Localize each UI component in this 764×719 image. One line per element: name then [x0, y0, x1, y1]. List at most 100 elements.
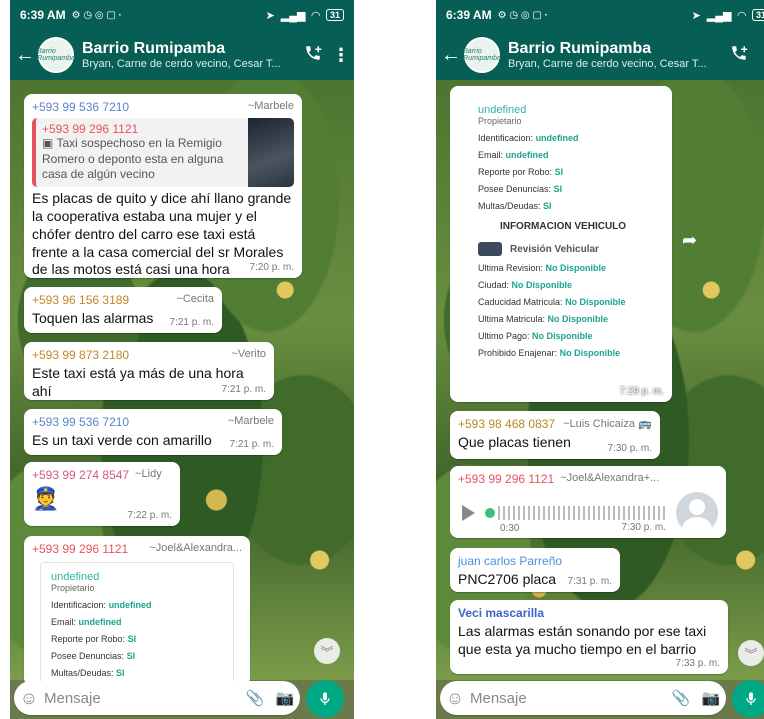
sender-number: +593 99 296 1121	[32, 542, 129, 556]
message-input-bar[interactable]: ☺ Mensaje 📎 📷	[440, 681, 726, 715]
message-bubble[interactable]: +593 99 274 8547 ~Lidy 👮 7:22 p. m.	[24, 462, 180, 526]
message-time: 7:21 p. m.	[229, 439, 274, 450]
message-bubble[interactable]: +593 99 536 7210 ~Marbele +593 99 296 11…	[24, 94, 302, 278]
camera-icon[interactable]: 📷	[696, 689, 726, 707]
card-row: Email: undefined	[51, 617, 122, 627]
card-row: Prohibido Enajenar: No Disponible	[478, 348, 621, 358]
message-input[interactable]: Mensaje	[44, 690, 240, 707]
status-time: 6:39 AM	[20, 8, 66, 22]
emoji-icon[interactable]: ☺	[14, 688, 44, 709]
chat-title: Barrio Rumipamba	[508, 40, 652, 57]
sender-alias: ~Lidy	[135, 468, 162, 480]
sender-number: +593 99 536 7210	[32, 415, 130, 429]
card-row: Multas/Deudas: SI	[51, 668, 125, 678]
mic-icon	[746, 692, 756, 705]
chat-members: Bryan, Carne de cerdo vecino, Cesar T...	[82, 58, 281, 70]
voice-message-bubble[interactable]: +593 99 296 1121 ~Joel&Alexandra+... 0:3…	[450, 466, 726, 538]
message-text: Este taxi está ya más de una hora ahí	[32, 365, 244, 399]
message-time: 7:21 p. m.	[169, 317, 214, 328]
back-arrow-icon[interactable]: ←	[14, 44, 36, 67]
sender-name: juan carlos Parreño	[458, 554, 563, 568]
message-bubble[interactable]: undefined Propietario Identificacion: un…	[450, 86, 672, 402]
wifi-icon: ◠	[311, 9, 320, 22]
more-options-icon[interactable]: ⋮	[754, 45, 764, 66]
sender-alias: ~Marbele	[227, 415, 274, 427]
message-bubble[interactable]: +593 99 296 1121 ~Joel&Alexandra... unde…	[24, 536, 250, 692]
group-avatar[interactable]: Barrio Rumipamba	[37, 37, 75, 73]
message-input[interactable]: Mensaje	[470, 690, 666, 707]
card-row: Ciudad: No Disponible	[478, 280, 573, 290]
card-row: Reporte por Robo: SI	[478, 167, 564, 177]
info-card-image[interactable]: undefined Propietario Identificacion: un…	[40, 562, 234, 692]
sender-alias: ~Joel&Alexandra...	[149, 542, 242, 554]
sender-alias: ~Marbele	[247, 100, 294, 112]
add-call-icon[interactable]	[298, 44, 328, 67]
play-icon[interactable]	[462, 505, 475, 521]
card-row: Identificacion: undefined	[478, 133, 579, 143]
card-owner-role: Propietario	[51, 583, 95, 593]
mic-button[interactable]	[306, 680, 344, 718]
signal-icon: ▂▄▆	[280, 9, 306, 22]
attach-icon[interactable]: 📎	[666, 689, 696, 707]
sender-number: +593 96 156 3189	[32, 293, 130, 307]
audio-waveform[interactable]	[498, 506, 668, 520]
status-bar: 6:39 AM ⚙ ◷ ◎ ▢ · ➤ ▂▄▆ ◠ 31	[436, 0, 764, 30]
emoji-icon[interactable]: ☺	[440, 688, 470, 709]
chat-header: ← Barrio Rumipamba Barrio Rumipamba Brya…	[10, 30, 354, 80]
message-time: 7:22 p. m.	[127, 510, 172, 521]
card-row: Email: undefined	[478, 150, 549, 160]
mic-button[interactable]	[732, 680, 764, 718]
audio-duration: 0:30	[500, 523, 520, 534]
message-bubble[interactable]: juan carlos Parreño PNC2706 placa 7:31 p…	[450, 548, 620, 592]
message-emoji: 👮	[32, 486, 60, 511]
message-text: Las alarmas están sonando por ese taxi q…	[458, 623, 707, 657]
back-arrow-icon[interactable]: ←	[440, 44, 462, 67]
card-row: Ultima Matricula: No Disponible	[478, 314, 609, 324]
more-options-icon[interactable]: ⋮	[328, 45, 354, 66]
notification-icons: ⚙ ◷ ◎ ▢ ·	[71, 9, 122, 21]
camera-icon[interactable]: 📷	[270, 689, 300, 707]
vehicle-review-title: Revisión Vehicular	[510, 243, 599, 255]
card-row: Identificacion: undefined	[51, 600, 152, 610]
message-time: 7:31 p. m.	[567, 576, 612, 587]
quoted-sender: +593 99 296 1121	[42, 122, 139, 136]
info-card-image[interactable]: undefined Propietario Identificacion: un…	[468, 96, 658, 396]
scroll-down-button[interactable]: ︾	[738, 640, 764, 666]
chat-title: Barrio Rumipamba	[82, 40, 226, 57]
message-bubble[interactable]: +593 96 156 3189 ~Cecita Toquen las alar…	[24, 287, 222, 333]
card-row: Reporte por Robo: SI	[51, 634, 137, 644]
location-icon: ➤	[265, 9, 275, 22]
vehicle-info-header: INFORMACION VEHICULO	[499, 221, 627, 232]
card-owner-name: undefined	[51, 571, 100, 583]
chat-title-area[interactable]: Barrio Rumipamba Bryan, Carne de cerdo v…	[508, 40, 724, 70]
location-icon: ➤	[691, 9, 701, 22]
card-owner-name: undefined	[478, 104, 527, 116]
message-bubble[interactable]: +593 99 536 7210 ~Marbele Es un taxi ver…	[24, 409, 282, 455]
double-chevron-down-icon: ︾	[744, 646, 758, 662]
forward-icon[interactable]: ➦	[682, 230, 697, 251]
chat-title-area[interactable]: Barrio Rumipamba Bryan, Carne de cerdo v…	[82, 40, 298, 70]
message-input-bar[interactable]: ☺ Mensaje 📎 📷	[14, 681, 300, 715]
message-time: 7:21 p. m.	[221, 384, 266, 395]
mic-icon	[320, 692, 330, 705]
message-bubble[interactable]: +593 99 873 2180 ~Verito Este taxi está …	[24, 342, 274, 400]
battery-icon: 31	[325, 9, 344, 21]
battery-icon: 31	[751, 9, 764, 21]
attach-icon[interactable]: 📎	[240, 689, 270, 707]
message-bubble[interactable]: Veci mascarilla Las alarmas están sonand…	[450, 600, 728, 674]
sender-number: +593 99 274 8547	[32, 468, 130, 482]
quoted-image-thumbnail	[248, 118, 294, 187]
audio-progress-handle[interactable]	[485, 508, 495, 518]
signal-icon: ▂▄▆	[706, 9, 732, 22]
sender-number: +593 98 468 0837	[458, 417, 556, 431]
sender-number: +593 99 873 2180	[32, 348, 130, 362]
card-row: Posee Denuncias: SI	[478, 184, 563, 194]
quoted-message[interactable]: +593 99 296 1121 ▣ Taxi sospechoso en la…	[32, 118, 294, 187]
double-chevron-down-icon: ︾	[320, 644, 334, 660]
add-call-icon[interactable]	[724, 44, 754, 67]
scroll-down-button[interactable]: ︾	[314, 638, 340, 664]
group-avatar[interactable]: Barrio Rumipamba	[463, 37, 501, 73]
message-time: 7:30 p. m.	[621, 522, 666, 533]
image-icon: ▣	[42, 136, 57, 150]
message-bubble[interactable]: +593 98 468 0837 ~Luis Chicaiza 🚌 Que pl…	[450, 411, 660, 459]
